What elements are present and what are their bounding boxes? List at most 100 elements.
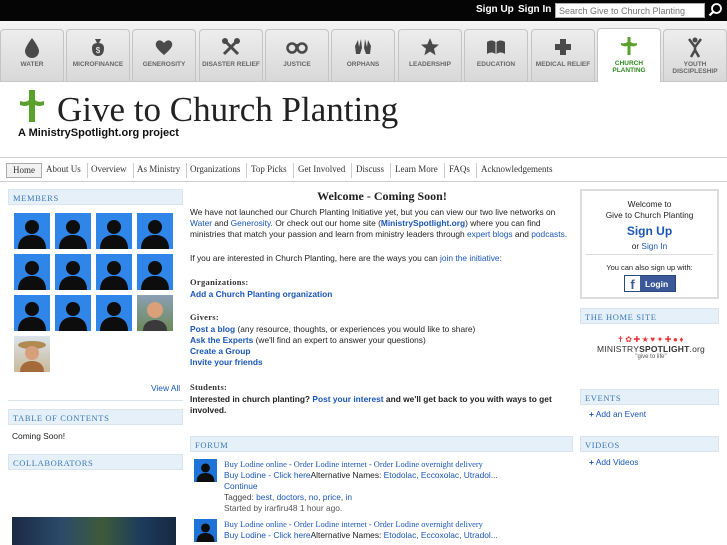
videos-heading: VIDEOS (580, 436, 719, 452)
signin-link[interactable]: Sign In (518, 4, 551, 15)
forum-post-title[interactable]: Buy Lodine online - Order Lodine interne… (224, 459, 483, 470)
forum-tag-link[interactable]: price (323, 492, 341, 502)
forum-post-avatar[interactable] (194, 519, 217, 542)
cause-tab-label: ORPHANS (346, 61, 380, 68)
forum-click-here-link[interactable]: Buy Lodine - Click here (224, 470, 311, 480)
member-avatar[interactable] (96, 254, 132, 290)
ministryspotlight-link[interactable]: MinistrySpotlight.org (381, 218, 465, 228)
givers-list: Post a blog (any resource, thoughts, or … (190, 324, 574, 368)
nav-item-learn-more[interactable]: Learn More (389, 163, 445, 178)
nav-item-faqs[interactable]: FAQs (443, 163, 477, 178)
member-avatar[interactable] (14, 254, 50, 290)
signup-link[interactable]: Sign Up (476, 4, 514, 15)
search-input[interactable] (555, 3, 705, 18)
youth-figure-icon (688, 37, 702, 58)
welcome-line-2: Give to Church Planting (605, 210, 694, 220)
cause-tab-label: WATER (20, 61, 44, 68)
cause-tab-justice[interactable]: JUSTICE (265, 29, 329, 81)
welcome-line-1: Welcome to (627, 199, 672, 209)
giver-link[interactable]: Invite your friends (190, 357, 263, 367)
church-cross-icon (621, 37, 637, 55)
nav-item-about-us[interactable]: About Us (40, 163, 88, 178)
join-initiative-link[interactable]: join the initiative (440, 253, 500, 263)
member-avatar[interactable] (137, 254, 173, 290)
member-avatar[interactable] (55, 213, 91, 249)
forum-tag-link[interactable]: no (309, 492, 318, 502)
cause-tab-church-planting[interactable]: CHURCH PLANTING (597, 28, 661, 82)
forum-continue-link[interactable]: Continue (224, 481, 258, 492)
main-nav: Home About Us Overview As Ministry Organizat… (0, 157, 727, 182)
cause-tab-medical-relief[interactable]: MEDICAL RELIEF (531, 29, 595, 81)
students-heading: Students: (190, 382, 228, 392)
member-avatar[interactable] (55, 295, 91, 331)
member-avatar[interactable] (14, 213, 50, 249)
water-drop-icon (25, 38, 39, 58)
view-all-members-link[interactable]: View All (151, 383, 180, 394)
nav-item-acknowledgements[interactable]: Acknowledgements (475, 163, 558, 178)
giver-link[interactable]: Ask the Experts (190, 335, 253, 345)
member-avatar[interactable] (96, 213, 132, 249)
member-avatar[interactable] (137, 295, 173, 331)
cause-tab-label: JUSTICE (283, 61, 311, 68)
forum-heading: FORUM (190, 436, 573, 452)
member-avatar[interactable] (14, 295, 50, 331)
member-avatar[interactable] (55, 254, 91, 290)
facebook-login-button[interactable]: f Login (624, 275, 676, 292)
member-avatar[interactable] (137, 213, 173, 249)
forum-tag-link[interactable]: best (256, 492, 272, 502)
nav-item-home[interactable]: Home (6, 163, 42, 178)
cause-tab-label: LEADERSHIP (409, 61, 451, 68)
also-signup-text: You can also sign up with: (606, 263, 693, 272)
add-videos-link[interactable]: + Add Videos (589, 457, 638, 468)
forum-alt-names-link[interactable]: Etodolac, Eccoxolac, Utradol... (384, 530, 498, 540)
add-event-link[interactable]: + Add an Event (589, 409, 646, 420)
cause-icons-row: ✝✿✚★♥✦✚●♦ (617, 335, 685, 344)
star-icon (421, 38, 439, 56)
cause-tab-leadership[interactable]: LEADERSHIP (398, 29, 462, 81)
add-organization-link[interactable]: Add a Church Planting organization (190, 289, 332, 300)
nav-item-organizations[interactable]: Organizations (184, 163, 248, 178)
collaborators-heading: COLLABORATORS (8, 454, 183, 470)
cause-tab-orphans[interactable]: ORPHANS (331, 29, 395, 81)
post-interest-link[interactable]: Post your interest (312, 394, 383, 404)
nav-item-overview[interactable]: Overview (85, 163, 134, 178)
nav-item-as-ministry[interactable]: As Ministry (131, 163, 188, 178)
cause-tab-water[interactable]: WATER (0, 29, 64, 81)
cause-tab-label: MICROFINANCE (72, 61, 124, 68)
cause-tab-microfinance[interactable]: $ MICROFINANCE (66, 29, 130, 81)
forum-post-avatar[interactable] (194, 459, 217, 482)
search-icon[interactable] (707, 2, 723, 18)
generosity-link[interactable]: Generosity (231, 218, 271, 228)
expert-blogs-link[interactable]: expert blogs (467, 229, 513, 239)
signup-button[interactable]: Sign Up (582, 224, 717, 238)
forum-click-here-link[interactable]: Buy Lodine - Click here (224, 530, 311, 540)
medical-cross-icon (555, 39, 571, 55)
nav-item-get-involved[interactable]: Get Involved (292, 163, 353, 178)
signup-box: Welcome to Give to Church Planting Sign U… (580, 189, 719, 299)
podcasts-link[interactable]: podcasts (531, 229, 565, 239)
cause-tab-label: DISASTER RELIEF (202, 61, 260, 68)
cause-tab-education[interactable]: EDUCATION (464, 29, 528, 81)
giver-link[interactable]: Post a blog (190, 324, 235, 334)
giver-link[interactable]: Create a Group (190, 346, 251, 356)
giver-item: Post a blog (any resource, thoughts, or … (190, 324, 476, 334)
nav-item-discuss[interactable]: Discuss (350, 163, 392, 178)
forum-tag-link[interactable]: in (346, 492, 353, 502)
member-avatar[interactable] (96, 295, 132, 331)
students-paragraph: Interested in church planting? Post your… (190, 394, 552, 415)
cause-tab-youth-discipleship[interactable]: YOUTH DISCIPLESHIP (663, 29, 727, 81)
sidebar-signin-link[interactable]: Sign In (641, 241, 667, 251)
water-link[interactable]: Water (190, 218, 212, 228)
cause-tab-disaster-relief[interactable]: DISASTER RELIEF (199, 29, 263, 81)
forum-alt-names-link[interactable]: Etodolac, Eccoxolac, Utradol... (384, 470, 498, 480)
giver-item: Invite your friends (190, 357, 574, 368)
heart-icon (155, 40, 173, 55)
ministryspotlight-logo[interactable]: ✝✿✚★♥✦✚●♦ MINISTRYSPOTLIGHT.org "give to… (590, 335, 712, 371)
cause-tab-generosity[interactable]: GENEROSITY (132, 29, 196, 81)
member-avatar[interactable] (14, 336, 50, 372)
nav-item-top-picks[interactable]: Top Picks (245, 163, 294, 178)
hands-icon (355, 39, 371, 54)
forum-tag-link[interactable]: doctors (277, 492, 304, 502)
cause-tab-bar: WATER $ MICROFINANCE GENEROSITY DISASTER REL… (0, 21, 727, 82)
forum-post-title[interactable]: Buy Lodine online - Order Lodine interne… (224, 519, 483, 530)
